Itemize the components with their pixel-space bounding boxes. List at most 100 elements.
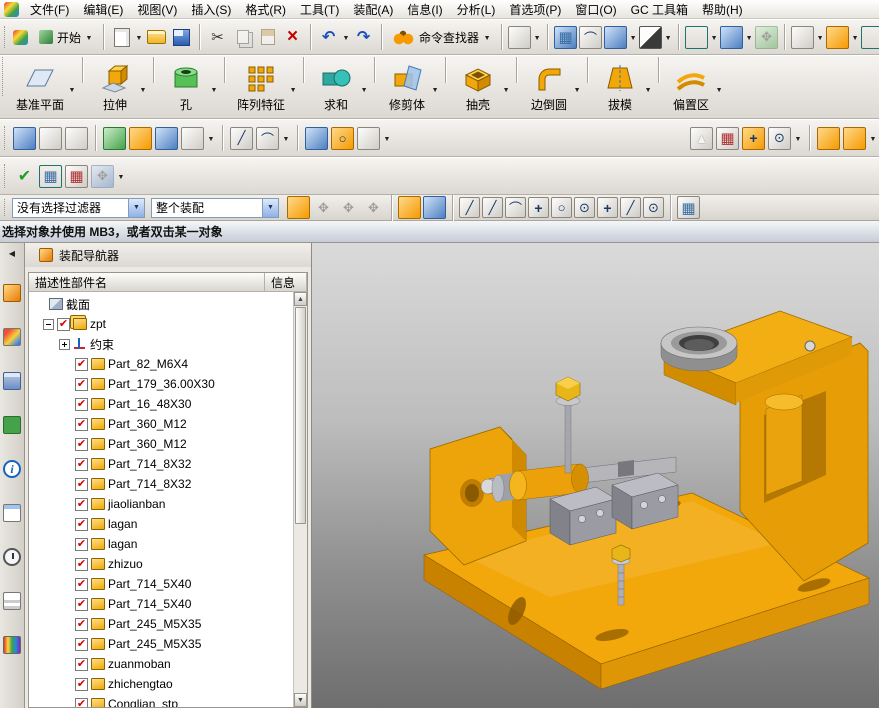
unite-caret[interactable]	[360, 85, 368, 94]
column-info[interactable]: 信息	[265, 273, 307, 291]
snap-point-on-curve-icon[interactable]	[620, 197, 641, 218]
trim-body-caret[interactable]	[431, 85, 439, 94]
snap-point-on-face-icon[interactable]	[643, 197, 664, 218]
datum-plane-button[interactable]: 基准平面	[8, 57, 78, 117]
app-icon[interactable]	[4, 1, 19, 17]
select-all-icon[interactable]	[337, 196, 360, 219]
text-tool-icon[interactable]	[181, 126, 204, 150]
assembly-sequence-caret[interactable]	[816, 33, 824, 42]
process-studio-tab[interactable]	[3, 592, 21, 610]
tree-row[interactable]: Part_245_M5X35	[29, 614, 293, 634]
paste-button[interactable]	[256, 26, 279, 49]
menu-information[interactable]: 信息(I)	[400, 0, 449, 20]
optimize-face-caret[interactable]	[117, 172, 125, 181]
extrude-button[interactable]: 拉伸	[87, 57, 149, 117]
triangle-mesh-icon[interactable]	[690, 126, 713, 150]
menu-insert[interactable]: 插入(S)	[184, 0, 238, 20]
menu-gc-toolbox[interactable]: GC 工具箱	[624, 0, 695, 20]
tree-row[interactable]: Part_714_8X32	[29, 454, 293, 474]
sketch-icon[interactable]	[13, 126, 36, 150]
previous-selection-icon[interactable]	[312, 196, 335, 219]
shell-button[interactable]: 抽壳	[450, 57, 512, 117]
resource-collapse-arrow[interactable]	[6, 248, 18, 258]
thread-caret[interactable]	[282, 134, 290, 143]
selection-filter-combo[interactable]: 没有选择过滤器	[12, 197, 145, 218]
tree-checkbox[interactable]	[75, 557, 88, 571]
tree-checkbox[interactable]	[75, 537, 88, 551]
snap-quadrant-icon[interactable]	[574, 197, 595, 218]
offset-region-caret[interactable]	[715, 85, 723, 94]
tree-row[interactable]: Part_245_M5X35	[29, 634, 293, 654]
tree-row[interactable]: Part_82_M6X4	[29, 354, 293, 374]
tree-checkbox[interactable]	[57, 317, 70, 331]
selection-scope-combo[interactable]: 整个装配	[151, 197, 279, 218]
tree-row[interactable]: Conglian_stp	[29, 694, 293, 707]
hd3d-tools-tab[interactable]	[3, 416, 21, 434]
text-tool-caret[interactable]	[207, 134, 215, 143]
tree-checkbox[interactable]	[75, 617, 88, 631]
snap-endpoint-icon[interactable]	[459, 197, 480, 218]
tree-checkbox[interactable]	[75, 597, 88, 611]
view-layout-button[interactable]	[554, 25, 578, 49]
touch-mode-button[interactable]	[508, 25, 532, 49]
menu-analysis[interactable]: 分析(L)	[450, 0, 503, 20]
solid-body-icon[interactable]	[423, 196, 446, 219]
menu-edit[interactable]: 编辑(E)	[76, 0, 130, 20]
assembly-navigator-header[interactable]: 装配导航器	[25, 243, 311, 267]
toolbar-drag-handle[interactable]	[4, 164, 7, 188]
touch-mode-caret[interactable]	[533, 33, 541, 42]
pattern-feature-caret[interactable]	[289, 85, 297, 94]
studio-surface-icon[interactable]	[155, 126, 178, 150]
window-caret[interactable]	[745, 33, 753, 42]
copy-button[interactable]	[231, 26, 254, 49]
tree-checkbox[interactable]	[75, 657, 88, 671]
tree-checkbox[interactable]	[75, 697, 88, 707]
tree-row[interactable]: Part_360_M12	[29, 434, 293, 454]
snap-intersection-icon[interactable]	[528, 197, 549, 218]
thread-icon[interactable]	[256, 126, 279, 150]
unite-button[interactable]: 求和	[308, 57, 370, 117]
draft-button[interactable]: 拔模	[592, 57, 654, 117]
offset-region-button[interactable]: 偏置区	[663, 57, 725, 117]
select-magnet-icon[interactable]	[287, 196, 310, 219]
start-button[interactable]: 开始	[35, 27, 97, 48]
tree-expander-icon[interactable]	[59, 338, 70, 350]
snap-control-point-icon[interactable]	[505, 197, 526, 218]
open-button[interactable]	[145, 26, 168, 49]
selection-scope-dropdown[interactable]	[262, 198, 278, 217]
menu-tools[interactable]: 工具(T)	[293, 0, 346, 20]
tree-checkbox[interactable]	[75, 497, 88, 511]
shell-caret[interactable]	[502, 85, 510, 94]
command-finder-button[interactable]: 命令查找器	[388, 24, 495, 51]
assembly-sequence-button[interactable]	[791, 25, 815, 49]
chamfer-icon[interactable]	[230, 126, 253, 150]
delete-button[interactable]	[281, 26, 304, 49]
tree-expander-icon[interactable]	[43, 318, 54, 330]
project-curve-icon[interactable]	[103, 126, 126, 150]
work-grid-icon[interactable]	[677, 196, 700, 219]
pattern-feature-button[interactable]: 阵列特征	[229, 57, 299, 117]
reuse-library-tab[interactable]	[3, 372, 21, 390]
part-navigator-tab[interactable]	[3, 328, 21, 346]
snap-arc-center-icon[interactable]	[551, 197, 572, 218]
tree-row[interactable]: Part_360_M12	[29, 414, 293, 434]
general-object-icon[interactable]	[398, 196, 421, 219]
tree-row[interactable]: Part_714_5X40	[29, 574, 293, 594]
examine-geometry-icon[interactable]	[13, 165, 36, 188]
menu-view[interactable]: 视图(V)	[130, 0, 184, 20]
edge-blend-button[interactable]: 边倒圆	[521, 57, 583, 117]
sos-tool-caret[interactable]	[383, 134, 391, 143]
snap-midpoint-icon[interactable]	[482, 197, 503, 218]
tree-checkbox[interactable]	[75, 357, 88, 371]
bolt-feature-icon[interactable]	[331, 126, 354, 150]
scrollbar-thumb[interactable]	[295, 307, 306, 524]
selection-filter-dropdown[interactable]	[128, 198, 144, 217]
optimize-face-icon[interactable]	[91, 164, 114, 188]
tree-row[interactable]: lagan	[29, 514, 293, 534]
display-cube-button[interactable]	[604, 25, 628, 49]
command-finder-caret[interactable]	[483, 33, 491, 42]
redo-button[interactable]	[352, 26, 375, 49]
tree-row[interactable]: Part_714_8X32	[29, 474, 293, 494]
datum-plane-caret[interactable]	[68, 85, 76, 94]
tree-row[interactable]: jiaolianban	[29, 494, 293, 514]
